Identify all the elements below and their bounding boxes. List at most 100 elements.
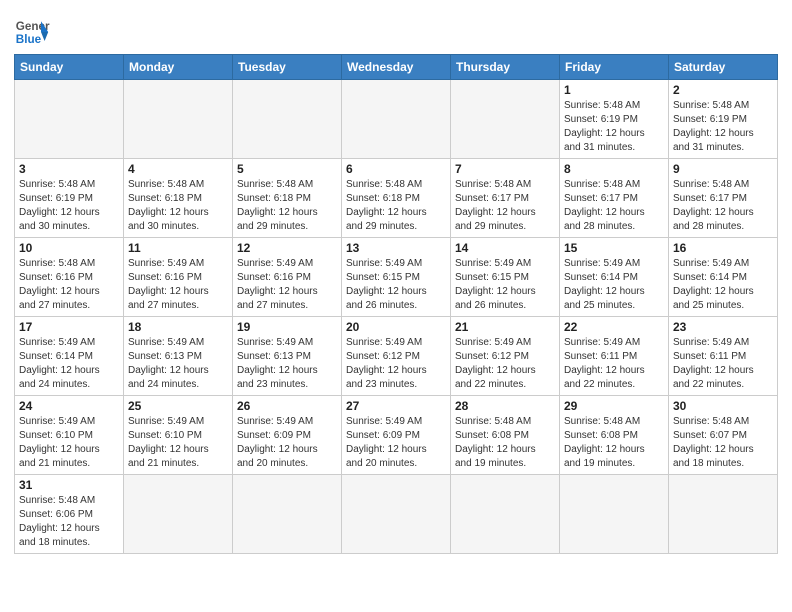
day-number: 6	[346, 162, 446, 176]
day-cell: 3 Sunrise: 5:48 AM Sunset: 6:19 PM Daylig…	[15, 159, 124, 238]
day-info: Sunrise: 5:48 AM Sunset: 6:17 PM Dayligh…	[455, 178, 555, 234]
day-cell: 4Sunrise: 5:48 AM Sunset: 6:18 PM Daylig…	[124, 159, 233, 238]
day-info: Sunrise: 5:49 AM Sunset: 6:16 PM Dayligh…	[237, 257, 337, 313]
day-info: Sunrise: 5:49 AM Sunset: 6:15 PM Dayligh…	[346, 257, 446, 313]
day-number: 10	[19, 241, 119, 255]
day-number: 7	[455, 162, 555, 176]
day-cell: 2Sunrise: 5:48 AM Sunset: 6:19 PM Daylig…	[669, 80, 778, 159]
day-info: Sunrise: 5:49 AM Sunset: 6:09 PM Dayligh…	[237, 415, 337, 471]
day-cell: 27Sunrise: 5:49 AM Sunset: 6:09 PM Dayli…	[342, 396, 451, 475]
day-number: 8	[564, 162, 664, 176]
day-cell	[233, 80, 342, 159]
logo: General Blue	[14, 14, 50, 50]
day-number: 16	[673, 241, 773, 255]
day-info: Sunrise: 5:48 AM Sunset: 6:18 PM Dayligh…	[237, 178, 337, 234]
day-info: Sunrise: 5:48 AM Sunset: 6:08 PM Dayligh…	[564, 415, 664, 471]
day-number: 24	[19, 399, 119, 413]
day-info: Sunrise: 5:48 AM Sunset: 6:06 PM Dayligh…	[19, 494, 119, 550]
week-row-3: 17Sunrise: 5:49 AM Sunset: 6:14 PM Dayli…	[15, 317, 778, 396]
svg-text:Blue: Blue	[16, 33, 42, 46]
week-row-5: 31 Sunrise: 5:48 AM Sunset: 6:06 PM Dayli…	[15, 475, 778, 554]
day-number: 20	[346, 320, 446, 334]
day-cell	[342, 475, 451, 554]
header: General Blue	[14, 10, 778, 50]
day-info: Sunrise: 5:48 AM Sunset: 6:19 PM Dayligh…	[564, 99, 664, 155]
day-info: Sunrise: 5:48 AM Sunset: 6:19 PM Dayligh…	[19, 178, 119, 234]
day-info: Sunrise: 5:48 AM Sunset: 6:18 PM Dayligh…	[128, 178, 228, 234]
day-cell: 7 Sunrise: 5:48 AM Sunset: 6:17 PM Daylig…	[451, 159, 560, 238]
day-header-sunday: Sunday	[15, 55, 124, 80]
day-info: Sunrise: 5:49 AM Sunset: 6:14 PM Dayligh…	[564, 257, 664, 313]
day-info: Sunrise: 5:49 AM Sunset: 6:11 PM Dayligh…	[673, 336, 773, 392]
day-cell: 6 Sunrise: 5:48 AM Sunset: 6:18 PM Daylig…	[342, 159, 451, 238]
day-info: Sunrise: 5:49 AM Sunset: 6:12 PM Dayligh…	[455, 336, 555, 392]
day-header-tuesday: Tuesday	[233, 55, 342, 80]
day-info: Sunrise: 5:49 AM Sunset: 6:13 PM Dayligh…	[128, 336, 228, 392]
day-number: 26	[237, 399, 337, 413]
day-cell: 9Sunrise: 5:48 AM Sunset: 6:17 PM Daylig…	[669, 159, 778, 238]
day-info: Sunrise: 5:49 AM Sunset: 6:10 PM Dayligh…	[19, 415, 119, 471]
day-cell: 21 Sunrise: 5:49 AM Sunset: 6:12 PM Dayli…	[451, 317, 560, 396]
day-header-thursday: Thursday	[451, 55, 560, 80]
day-cell	[342, 80, 451, 159]
day-cell: 25Sunrise: 5:49 AM Sunset: 6:10 PM Dayli…	[124, 396, 233, 475]
day-cell: 23Sunrise: 5:49 AM Sunset: 6:11 PM Dayli…	[669, 317, 778, 396]
day-cell: 31 Sunrise: 5:48 AM Sunset: 6:06 PM Dayli…	[15, 475, 124, 554]
day-cell: 1Sunrise: 5:48 AM Sunset: 6:19 PM Daylig…	[560, 80, 669, 159]
day-cell	[669, 475, 778, 554]
day-cell: 15 Sunrise: 5:49 AM Sunset: 6:14 PM Dayli…	[560, 238, 669, 317]
day-info: Sunrise: 5:48 AM Sunset: 6:07 PM Dayligh…	[673, 415, 773, 471]
day-header-friday: Friday	[560, 55, 669, 80]
day-info: Sunrise: 5:48 AM Sunset: 6:19 PM Dayligh…	[673, 99, 773, 155]
day-info: Sunrise: 5:49 AM Sunset: 6:10 PM Dayligh…	[128, 415, 228, 471]
day-info: Sunrise: 5:49 AM Sunset: 6:15 PM Dayligh…	[455, 257, 555, 313]
day-info: Sunrise: 5:49 AM Sunset: 6:14 PM Dayligh…	[673, 257, 773, 313]
day-info: Sunrise: 5:48 AM Sunset: 6:16 PM Dayligh…	[19, 257, 119, 313]
day-info: Sunrise: 5:49 AM Sunset: 6:16 PM Dayligh…	[128, 257, 228, 313]
day-cell: 14 Sunrise: 5:49 AM Sunset: 6:15 PM Dayli…	[451, 238, 560, 317]
logo-icon: General Blue	[14, 14, 50, 50]
day-header-monday: Monday	[124, 55, 233, 80]
day-number: 3	[19, 162, 119, 176]
day-cell: 16 Sunrise: 5:49 AM Sunset: 6:14 PM Dayli…	[669, 238, 778, 317]
week-row-4: 24 Sunrise: 5:49 AM Sunset: 6:10 PM Dayli…	[15, 396, 778, 475]
calendar: SundayMondayTuesdayWednesdayThursdayFrid…	[14, 54, 778, 554]
day-number: 14	[455, 241, 555, 255]
day-number: 22	[564, 320, 664, 334]
day-number: 31	[19, 478, 119, 492]
day-info: Sunrise: 5:48 AM Sunset: 6:18 PM Dayligh…	[346, 178, 446, 234]
day-cell	[124, 475, 233, 554]
day-info: Sunrise: 5:49 AM Sunset: 6:09 PM Dayligh…	[346, 415, 446, 471]
day-cell: 22 Sunrise: 5:49 AM Sunset: 6:11 PM Dayli…	[560, 317, 669, 396]
day-number: 9	[673, 162, 773, 176]
day-number: 28	[455, 399, 555, 413]
day-number: 29	[564, 399, 664, 413]
day-cell: 13 Sunrise: 5:49 AM Sunset: 6:15 PM Dayli…	[342, 238, 451, 317]
header-row: SundayMondayTuesdayWednesdayThursdayFrid…	[15, 55, 778, 80]
day-number: 13	[346, 241, 446, 255]
day-cell: 12Sunrise: 5:49 AM Sunset: 6:16 PM Dayli…	[233, 238, 342, 317]
day-cell: 18 Sunrise: 5:49 AM Sunset: 6:13 PM Dayli…	[124, 317, 233, 396]
day-cell: 20Sunrise: 5:49 AM Sunset: 6:12 PM Dayli…	[342, 317, 451, 396]
day-cell: 17Sunrise: 5:49 AM Sunset: 6:14 PM Dayli…	[15, 317, 124, 396]
day-cell: 30 Sunrise: 5:48 AM Sunset: 6:07 PM Dayli…	[669, 396, 778, 475]
day-cell: 11Sunrise: 5:49 AM Sunset: 6:16 PM Dayli…	[124, 238, 233, 317]
day-cell	[451, 475, 560, 554]
day-header-saturday: Saturday	[669, 55, 778, 80]
day-cell	[15, 80, 124, 159]
day-number: 15	[564, 241, 664, 255]
day-number: 19	[237, 320, 337, 334]
day-header-wednesday: Wednesday	[342, 55, 451, 80]
day-number: 30	[673, 399, 773, 413]
day-cell: 10 Sunrise: 5:48 AM Sunset: 6:16 PM Dayli…	[15, 238, 124, 317]
day-cell: 28 Sunrise: 5:48 AM Sunset: 6:08 PM Dayli…	[451, 396, 560, 475]
day-info: Sunrise: 5:48 AM Sunset: 6:08 PM Dayligh…	[455, 415, 555, 471]
day-info: Sunrise: 5:49 AM Sunset: 6:13 PM Dayligh…	[237, 336, 337, 392]
day-info: Sunrise: 5:49 AM Sunset: 6:11 PM Dayligh…	[564, 336, 664, 392]
week-row-1: 3 Sunrise: 5:48 AM Sunset: 6:19 PM Daylig…	[15, 159, 778, 238]
day-number: 21	[455, 320, 555, 334]
day-cell: 5Sunrise: 5:48 AM Sunset: 6:18 PM Daylig…	[233, 159, 342, 238]
day-number: 17	[19, 320, 119, 334]
day-number: 18	[128, 320, 228, 334]
day-cell	[560, 475, 669, 554]
